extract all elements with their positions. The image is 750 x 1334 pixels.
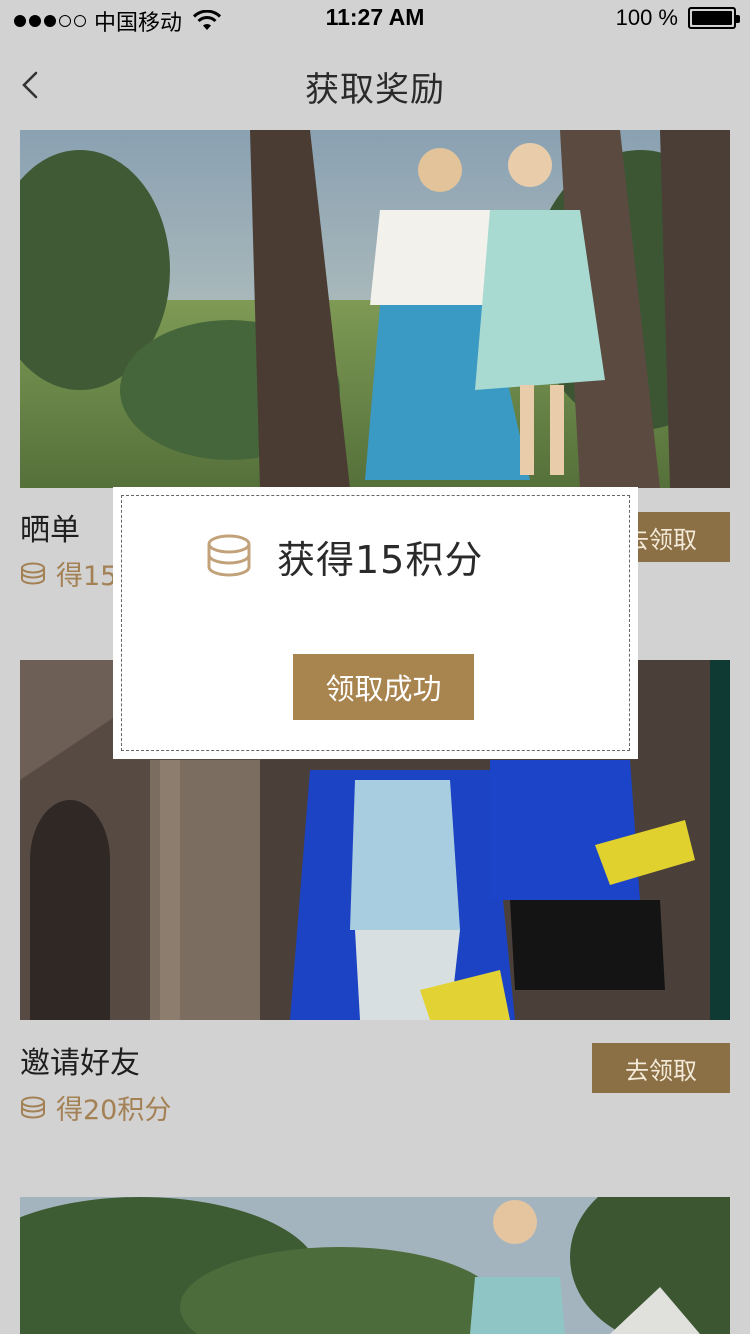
points-label: 得20积分 xyxy=(56,1095,172,1126)
reward-success-dialog: 获得15积分 领取成功 xyxy=(113,487,638,759)
battery-percent: 100 % xyxy=(615,5,678,30)
dialog-message-row: 获得15积分 xyxy=(205,529,483,584)
card-points: 得20积分 xyxy=(20,1088,171,1127)
reward-card-3 xyxy=(20,1197,730,1334)
dialog-message: 获得15积分 xyxy=(277,538,484,582)
meadow-model-photo xyxy=(20,1197,730,1334)
status-bar: 中国移动 11:27 AM 100 % xyxy=(0,0,750,40)
status-right: 100 % xyxy=(615,5,740,31)
battery-level xyxy=(692,11,732,25)
photo-illustration xyxy=(20,1197,730,1334)
card-title: 晒单 xyxy=(20,513,80,548)
coin-stack-icon xyxy=(21,562,45,584)
photo-illustration xyxy=(20,130,730,488)
claim-success-button[interactable]: 领取成功 xyxy=(293,654,474,720)
coin-stack-icon xyxy=(21,1096,45,1118)
claim-button[interactable]: 去领取 xyxy=(592,1043,730,1093)
coin-stack-icon xyxy=(207,534,251,576)
page-title: 获取奖励 xyxy=(305,70,445,110)
battery-icon xyxy=(688,7,740,29)
nav-bar: 获取奖励 xyxy=(0,40,750,130)
card-title: 邀请好友 xyxy=(20,1046,140,1081)
garden-two-models-photo xyxy=(20,130,730,488)
